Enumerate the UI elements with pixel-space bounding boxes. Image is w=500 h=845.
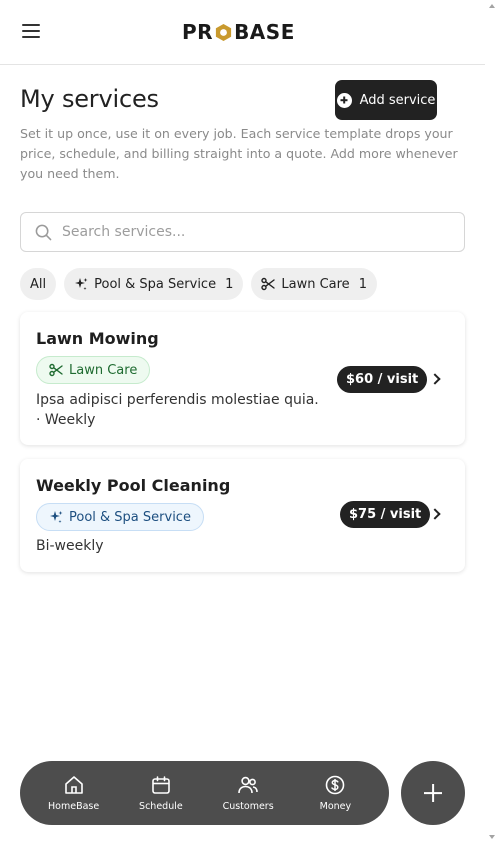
price-badge: $75 / visit	[340, 501, 431, 528]
dollar-icon	[326, 775, 345, 795]
nav-item-customers[interactable]: Customers	[208, 774, 288, 812]
filter-chip-label: All	[30, 276, 47, 292]
filter-chip-label: Pool & Spa Service	[94, 276, 217, 292]
service-card-weekly-pool-cleaning[interactable]: Weekly Pool Cleaning Pool & Spa Service …	[20, 459, 465, 572]
plus-circle-icon	[336, 92, 352, 108]
frequency-line: · Weekly	[36, 412, 96, 428]
service-title: Weekly Pool Cleaning	[36, 476, 231, 495]
service-card-lawn-mowing[interactable]: Lawn Mowing Lawn Care Ipsa adipisci perf…	[20, 312, 465, 445]
price-badge: $60 / visit	[337, 366, 428, 393]
nav-item-homebase[interactable]: HomeBase	[34, 774, 114, 812]
scissors-icon	[49, 363, 63, 377]
bottom-nav: HomeBase Schedule Customers Money	[20, 761, 389, 825]
add-service-label: Add service	[359, 92, 436, 108]
category-chip-pool-spa: Pool & Spa Service	[36, 503, 204, 531]
scroll-down-arrow[interactable]	[489, 835, 495, 839]
nav-label: Customers	[222, 801, 274, 812]
logo-text-left: PR	[182, 20, 214, 44]
search-box[interactable]	[20, 212, 465, 252]
filter-chip-label: Lawn Care	[281, 276, 350, 292]
search-input[interactable]	[62, 224, 442, 240]
category-chip-lawn-care: Lawn Care	[36, 356, 151, 384]
calendar-icon	[152, 776, 170, 794]
nav-label: Money	[319, 801, 352, 812]
probase-logo[interactable]: PR BASE	[182, 20, 295, 44]
chevron-right-icon[interactable]	[429, 373, 441, 385]
chevron-right-icon[interactable]	[429, 508, 441, 520]
description-line: Ipsa adipisci perferendis molestiae quia…	[36, 392, 319, 408]
logo-text-right: BASE	[234, 20, 295, 44]
filter-chip-count: 1	[358, 276, 367, 292]
nav-label: Schedule	[139, 801, 183, 812]
filter-chip-lawn-care[interactable]: Lawn Care 1	[251, 268, 377, 300]
home-icon	[64, 776, 83, 794]
service-title: Lawn Mowing	[36, 329, 159, 348]
nav-item-money[interactable]: Money	[295, 774, 375, 812]
category-label: Lawn Care	[69, 362, 138, 378]
scissors-icon	[261, 277, 276, 291]
sparkle-icon	[75, 278, 88, 290]
users-icon	[238, 776, 258, 794]
page-scrollbar[interactable]	[485, 0, 500, 845]
nav-label: HomeBase	[48, 801, 100, 812]
search-icon	[35, 224, 52, 240]
nav-item-schedule[interactable]: Schedule	[121, 774, 201, 812]
category-label: Pool & Spa Service	[69, 509, 191, 525]
hamburger-menu-icon[interactable]	[22, 24, 42, 40]
filter-chip-all[interactable]: All	[20, 268, 57, 300]
page-intro: Set it up once, use it on every job. Eac…	[20, 126, 458, 181]
quick-add-button[interactable]	[401, 761, 465, 825]
sparkle-icon	[50, 511, 63, 523]
filter-chip-count: 1	[225, 276, 234, 292]
filter-chips: All Pool & Spa Service 1 Lawn Care 1	[20, 268, 377, 300]
service-description: Ipsa adipisci perferendis molestiae quia…	[36, 390, 319, 430]
service-description: Bi-weekly	[36, 538, 104, 554]
filter-chip-pool-spa[interactable]: Pool & Spa Service 1	[64, 268, 244, 300]
page-title: My services	[20, 85, 159, 113]
add-service-button[interactable]: Add service	[335, 80, 437, 120]
scroll-up-arrow[interactable]	[489, 4, 495, 8]
top-bar: PR BASE	[0, 0, 485, 65]
logo-hexagon-icon	[215, 23, 232, 41]
